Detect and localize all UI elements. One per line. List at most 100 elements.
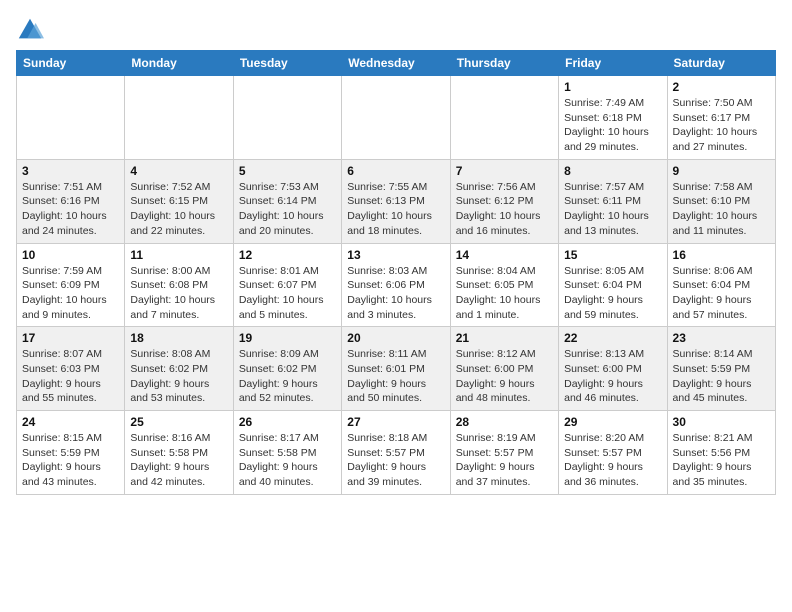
day-number: 15 xyxy=(564,248,661,262)
day-info: Sunrise: 8:20 AM Sunset: 5:57 PM Dayligh… xyxy=(564,431,661,490)
day-info: Sunrise: 8:13 AM Sunset: 6:00 PM Dayligh… xyxy=(564,347,661,406)
day-number: 7 xyxy=(456,164,553,178)
page-container: SundayMondayTuesdayWednesdayThursdayFrid… xyxy=(16,16,776,495)
day-header-monday: Monday xyxy=(125,51,233,76)
day-number: 5 xyxy=(239,164,336,178)
calendar-cell: 19Sunrise: 8:09 AM Sunset: 6:02 PM Dayli… xyxy=(233,327,341,411)
calendar-cell: 5 Sunrise: 7:53 AM Sunset: 6:14 PM Daylig… xyxy=(233,159,341,243)
calendar-cell: 12 Sunrise: 8:01 AM Sunset: 6:07 PM Dayli… xyxy=(233,243,341,327)
day-info: Sunrise: 8:17 AM Sunset: 5:58 PM Dayligh… xyxy=(239,431,336,490)
day-header-sunday: Sunday xyxy=(17,51,125,76)
logo-icon xyxy=(16,16,44,44)
day-info: Sunrise: 7:50 AM Sunset: 6:17 PM Dayligh… xyxy=(673,96,770,155)
day-info: Sunrise: 8:15 AM Sunset: 5:59 PM Dayligh… xyxy=(22,431,119,490)
day-number: 28 xyxy=(456,415,553,429)
calendar-week-1: 1 Sunrise: 7:49 AM Sunset: 6:18 PM Daylig… xyxy=(17,76,776,160)
day-info: Sunrise: 8:07 AM Sunset: 6:03 PM Dayligh… xyxy=(22,347,119,406)
calendar-cell xyxy=(450,76,558,160)
day-number: 21 xyxy=(456,331,553,345)
calendar-cell: 26 Sunrise: 8:17 AM Sunset: 5:58 PM Dayli… xyxy=(233,411,341,495)
day-info: Sunrise: 7:52 AM Sunset: 6:15 PM Dayligh… xyxy=(130,180,227,239)
calendar-cell: 7 Sunrise: 7:56 AM Sunset: 6:12 PM Daylig… xyxy=(450,159,558,243)
day-info: Sunrise: 8:00 AM Sunset: 6:08 PM Dayligh… xyxy=(130,264,227,323)
day-number: 25 xyxy=(130,415,227,429)
day-number: 8 xyxy=(564,164,661,178)
day-number: 17 xyxy=(22,331,119,345)
day-info: Sunrise: 7:49 AM Sunset: 6:18 PM Dayligh… xyxy=(564,96,661,155)
day-info: Sunrise: 8:16 AM Sunset: 5:58 PM Dayligh… xyxy=(130,431,227,490)
day-number: 27 xyxy=(347,415,444,429)
calendar-cell: 10Sunrise: 7:59 AM Sunset: 6:09 PM Dayli… xyxy=(17,243,125,327)
calendar-cell: 21 Sunrise: 8:12 AM Sunset: 6:00 PM Dayli… xyxy=(450,327,558,411)
day-info: Sunrise: 7:59 AM Sunset: 6:09 PM Dayligh… xyxy=(22,264,119,323)
day-info: Sunrise: 7:51 AM Sunset: 6:16 PM Dayligh… xyxy=(22,180,119,239)
calendar-week-4: 17 Sunrise: 8:07 AM Sunset: 6:03 PM Dayli… xyxy=(17,327,776,411)
calendar-header-row: SundayMondayTuesdayWednesdayThursdayFrid… xyxy=(17,51,776,76)
day-info: Sunrise: 8:06 AM Sunset: 6:04 PM Dayligh… xyxy=(673,264,770,323)
day-number: 22 xyxy=(564,331,661,345)
calendar-cell: 25 Sunrise: 8:16 AM Sunset: 5:58 PM Dayli… xyxy=(125,411,233,495)
calendar-cell xyxy=(342,76,450,160)
day-number: 12 xyxy=(239,248,336,262)
day-info: Sunrise: 8:11 AM Sunset: 6:01 PM Dayligh… xyxy=(347,347,444,406)
day-info: Sunrise: 8:01 AM Sunset: 6:07 PM Dayligh… xyxy=(239,264,336,323)
day-number: 30 xyxy=(673,415,770,429)
day-info: Sunrise: 7:56 AM Sunset: 6:12 PM Dayligh… xyxy=(456,180,553,239)
calendar-cell: 29 Sunrise: 8:20 AM Sunset: 5:57 PM Dayli… xyxy=(559,411,667,495)
day-info: Sunrise: 7:57 AM Sunset: 6:11 PM Dayligh… xyxy=(564,180,661,239)
calendar-cell: 11 Sunrise: 8:00 AM Sunset: 6:08 PM Dayli… xyxy=(125,243,233,327)
calendar-cell: 18Sunrise: 8:08 AM Sunset: 6:02 PM Dayli… xyxy=(125,327,233,411)
day-info: Sunrise: 8:05 AM Sunset: 6:04 PM Dayligh… xyxy=(564,264,661,323)
day-number: 24 xyxy=(22,415,119,429)
day-info: Sunrise: 8:14 AM Sunset: 5:59 PM Dayligh… xyxy=(673,347,770,406)
day-header-wednesday: Wednesday xyxy=(342,51,450,76)
calendar-cell: 9Sunrise: 7:58 AM Sunset: 6:10 PM Daylig… xyxy=(667,159,775,243)
day-info: Sunrise: 7:55 AM Sunset: 6:13 PM Dayligh… xyxy=(347,180,444,239)
calendar-cell xyxy=(125,76,233,160)
day-info: Sunrise: 8:03 AM Sunset: 6:06 PM Dayligh… xyxy=(347,264,444,323)
calendar-cell: 1 Sunrise: 7:49 AM Sunset: 6:18 PM Daylig… xyxy=(559,76,667,160)
day-number: 4 xyxy=(130,164,227,178)
calendar-cell: 8 Sunrise: 7:57 AM Sunset: 6:11 PM Daylig… xyxy=(559,159,667,243)
day-number: 29 xyxy=(564,415,661,429)
calendar-cell: 2 Sunrise: 7:50 AM Sunset: 6:17 PM Daylig… xyxy=(667,76,775,160)
day-number: 23 xyxy=(673,331,770,345)
header xyxy=(16,16,776,44)
day-info: Sunrise: 8:09 AM Sunset: 6:02 PM Dayligh… xyxy=(239,347,336,406)
calendar-cell: 15 Sunrise: 8:05 AM Sunset: 6:04 PM Dayli… xyxy=(559,243,667,327)
day-number: 11 xyxy=(130,248,227,262)
calendar-cell: 3 Sunrise: 7:51 AM Sunset: 6:16 PM Daylig… xyxy=(17,159,125,243)
calendar-cell: 20 Sunrise: 8:11 AM Sunset: 6:01 PM Dayli… xyxy=(342,327,450,411)
calendar-cell: 13Sunrise: 8:03 AM Sunset: 6:06 PM Dayli… xyxy=(342,243,450,327)
day-number: 3 xyxy=(22,164,119,178)
calendar-cell: 17 Sunrise: 8:07 AM Sunset: 6:03 PM Dayli… xyxy=(17,327,125,411)
day-info: Sunrise: 7:58 AM Sunset: 6:10 PM Dayligh… xyxy=(673,180,770,239)
day-header-friday: Friday xyxy=(559,51,667,76)
day-number: 20 xyxy=(347,331,444,345)
day-header-thursday: Thursday xyxy=(450,51,558,76)
day-number: 2 xyxy=(673,80,770,94)
calendar-week-5: 24 Sunrise: 8:15 AM Sunset: 5:59 PM Dayli… xyxy=(17,411,776,495)
day-info: Sunrise: 8:04 AM Sunset: 6:05 PM Dayligh… xyxy=(456,264,553,323)
day-number: 26 xyxy=(239,415,336,429)
day-number: 18 xyxy=(130,331,227,345)
calendar-cell: 6Sunrise: 7:55 AM Sunset: 6:13 PM Daylig… xyxy=(342,159,450,243)
calendar-cell: 27Sunrise: 8:18 AM Sunset: 5:57 PM Dayli… xyxy=(342,411,450,495)
day-info: Sunrise: 7:53 AM Sunset: 6:14 PM Dayligh… xyxy=(239,180,336,239)
logo xyxy=(16,16,48,44)
calendar-cell: 22 Sunrise: 8:13 AM Sunset: 6:00 PM Dayli… xyxy=(559,327,667,411)
day-number: 14 xyxy=(456,248,553,262)
day-number: 16 xyxy=(673,248,770,262)
calendar-cell: 28 Sunrise: 8:19 AM Sunset: 5:57 PM Dayli… xyxy=(450,411,558,495)
day-info: Sunrise: 8:19 AM Sunset: 5:57 PM Dayligh… xyxy=(456,431,553,490)
day-number: 1 xyxy=(564,80,661,94)
calendar-cell: 24 Sunrise: 8:15 AM Sunset: 5:59 PM Dayli… xyxy=(17,411,125,495)
calendar-cell: 16 Sunrise: 8:06 AM Sunset: 6:04 PM Dayli… xyxy=(667,243,775,327)
calendar-cell: 30Sunrise: 8:21 AM Sunset: 5:56 PM Dayli… xyxy=(667,411,775,495)
calendar-cell: 14 Sunrise: 8:04 AM Sunset: 6:05 PM Dayli… xyxy=(450,243,558,327)
calendar-cell: 4 Sunrise: 7:52 AM Sunset: 6:15 PM Daylig… xyxy=(125,159,233,243)
calendar-week-2: 3 Sunrise: 7:51 AM Sunset: 6:16 PM Daylig… xyxy=(17,159,776,243)
calendar-table: SundayMondayTuesdayWednesdayThursdayFrid… xyxy=(16,50,776,495)
calendar-cell: 23 Sunrise: 8:14 AM Sunset: 5:59 PM Dayli… xyxy=(667,327,775,411)
day-info: Sunrise: 8:12 AM Sunset: 6:00 PM Dayligh… xyxy=(456,347,553,406)
